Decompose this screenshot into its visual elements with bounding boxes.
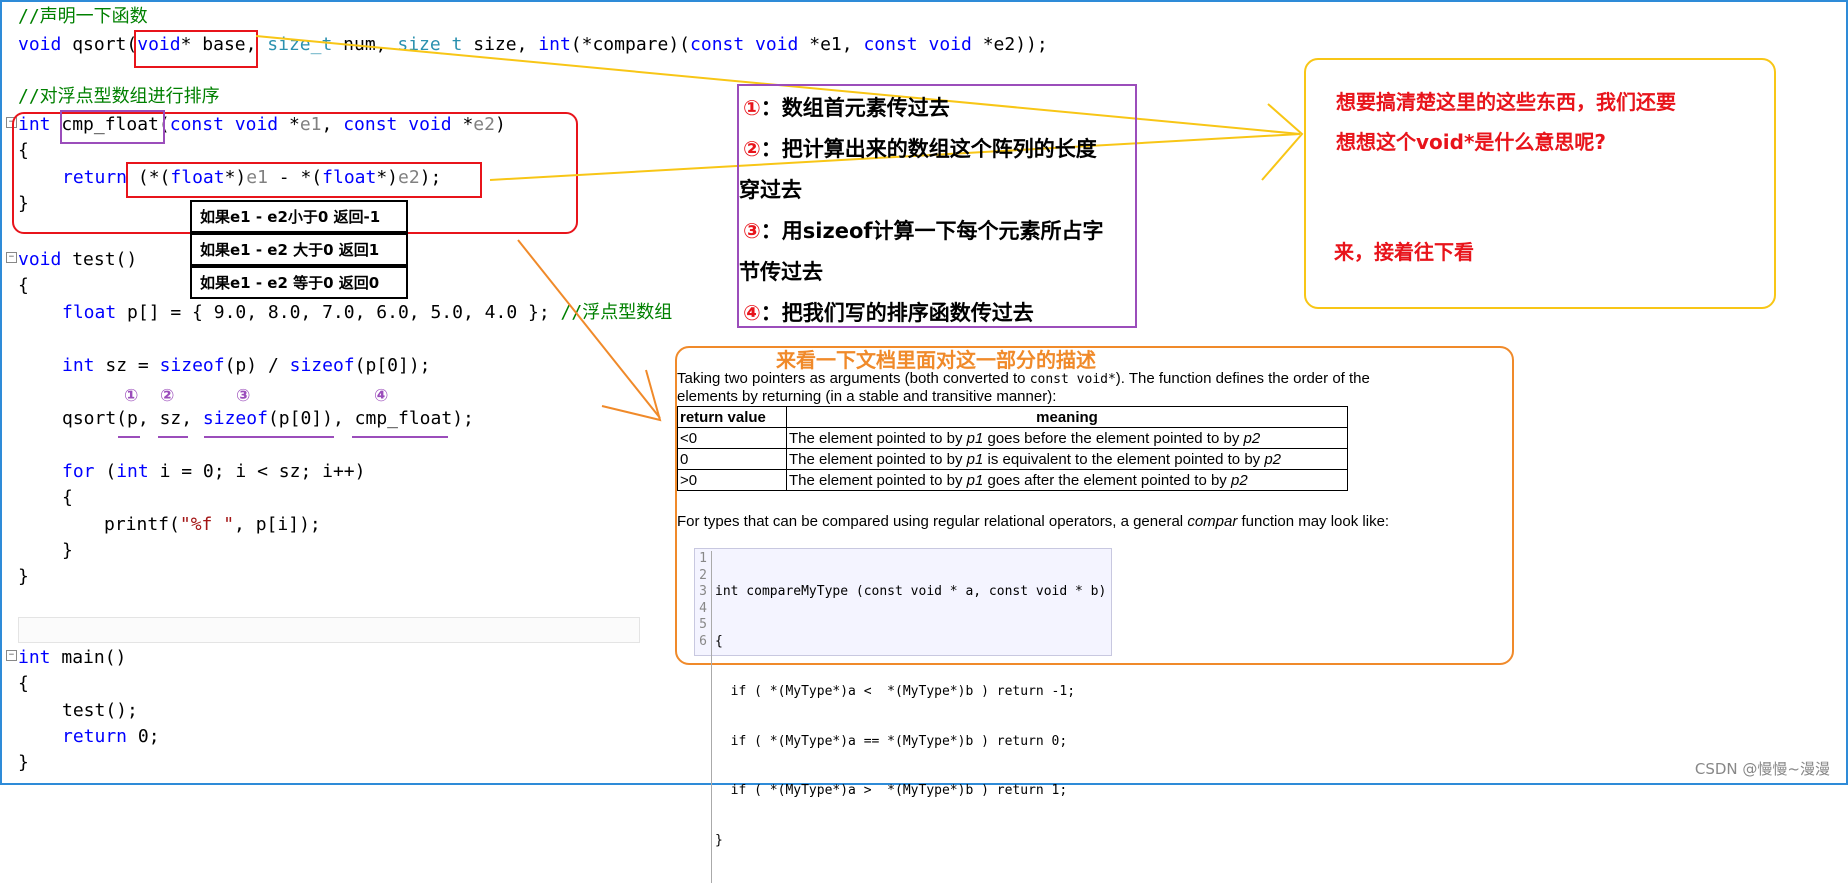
code-line: if ( *(MyType*)a > *(MyType*)b ) return … bbox=[715, 783, 1106, 800]
return-value-table-wrap: return value meaning <0 The element poin… bbox=[677, 406, 1348, 491]
arg-explanation-4: ④：把我们写的排序函数传过去 bbox=[743, 293, 1034, 334]
arg-explanation-3: ③：用sizeof计算一下每个元素所占字 bbox=[743, 211, 1104, 252]
table-row: 0 The element pointed to by p1 is equiva… bbox=[678, 449, 1348, 470]
code-line: { bbox=[715, 634, 1106, 651]
argument-explanations: ①：数组首元素传过去 ②：把计算出来的数组这个阵列的长度 穿过去 ③：用size… bbox=[737, 84, 1137, 328]
table-row: <0 The element pointed to by p1 goes bef… bbox=[678, 428, 1348, 449]
table-header-meaning: meaning bbox=[787, 407, 1348, 428]
table-row: >0 The element pointed to by p1 goes aft… bbox=[678, 470, 1348, 491]
question-line-1: 想要搞清楚这里的这些东西，我们还要 bbox=[1336, 86, 1676, 115]
return-value-table: return value meaning <0 The element poin… bbox=[677, 406, 1348, 491]
watermark: CSDN @慢慢~漫漫 bbox=[1695, 758, 1830, 779]
doc-intro: Taking two pointers as arguments (both c… bbox=[677, 370, 1507, 405]
code-line-numbers: 1 2 3 4 5 6 bbox=[695, 551, 707, 651]
arg-explanation-2-cont: 穿过去 bbox=[739, 170, 802, 211]
arrow-to-doc bbox=[518, 240, 660, 418]
question-line-2: 想想这个void*是什么意思呢? bbox=[1336, 126, 1606, 155]
arg-explanation-2: ②：把计算出来的数组这个阵列的长度 bbox=[743, 129, 1097, 170]
code-line: int compareMyType (const void * a, const… bbox=[715, 584, 1106, 601]
example-code-block: 1 2 3 4 5 6 int compareMyType (const voi… bbox=[694, 548, 1112, 656]
arrow-head-doc bbox=[602, 370, 660, 420]
doc-section-heading: 来看一下文档里面对这一部分的描述 bbox=[776, 344, 1096, 373]
arg-explanation-3-cont: 节传过去 bbox=[739, 252, 823, 293]
code-line: } bbox=[715, 833, 1106, 850]
doc-types-text: For types that can be compared using reg… bbox=[677, 513, 1389, 530]
question-box: 想要搞清楚这里的这些东西，我们还要 想想这个void*是什么意思呢? 来，接着往… bbox=[1304, 58, 1776, 309]
table-header-return-value: return value bbox=[678, 407, 787, 428]
arrow-head-question bbox=[1262, 104, 1302, 180]
code-line: if ( *(MyType*)a < *(MyType*)b ) return … bbox=[715, 684, 1106, 701]
code-line: if ( *(MyType*)a == *(MyType*)b ) return… bbox=[715, 734, 1106, 751]
question-line-3: 来，接着往下看 bbox=[1334, 236, 1474, 265]
arg-explanation-1: ①：数组首元素传过去 bbox=[743, 88, 950, 129]
code-lines: int compareMyType (const void * a, const… bbox=[711, 551, 1106, 883]
